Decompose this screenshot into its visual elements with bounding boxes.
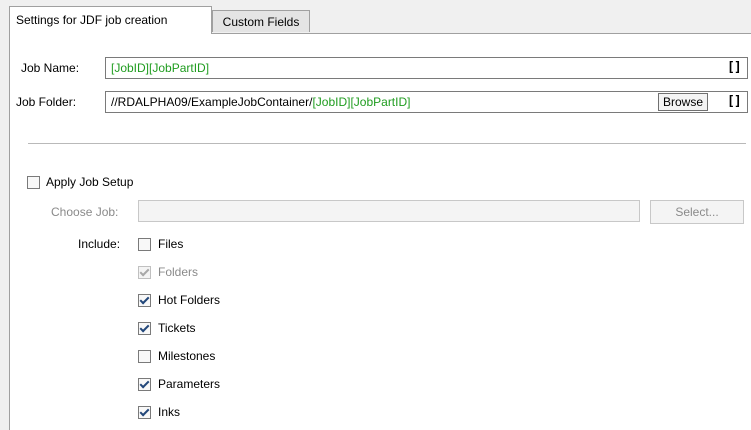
insert-token-icon[interactable]: [] [727, 61, 742, 75]
include-hot-folders-checkbox[interactable] [138, 294, 151, 307]
apply-job-setup-label: Apply Job Setup [46, 175, 134, 189]
include-milestones-label: Milestones [158, 349, 216, 363]
job-name-field[interactable]: [JobID][JobPartID] [105, 57, 748, 79]
include-folders-checkbox[interactable] [138, 266, 151, 279]
include-files-checkbox[interactable] [138, 238, 151, 251]
include-files-label: Files [158, 237, 184, 251]
include-tickets-checkbox[interactable] [138, 322, 151, 335]
include-inks-label: Inks [158, 405, 181, 419]
job-folder-label: Job Folder: [16, 95, 77, 109]
settings-panel: Job Name: [JobID][JobPartID] [] Job Fold… [9, 33, 751, 430]
insert-token-icon[interactable]: [] [727, 95, 742, 109]
tab-settings-jdf[interactable]: Settings for JDF job creation [9, 6, 212, 34]
include-label: Include: [78, 237, 121, 251]
job-name-tokens: [JobID][JobPartID] [111, 61, 210, 75]
choose-job-field[interactable] [138, 200, 640, 222]
include-tickets-label: Tickets [158, 321, 196, 335]
include-folders-label: Folders [158, 265, 199, 279]
include-milestones-checkbox[interactable] [138, 350, 151, 363]
include-inks-checkbox[interactable] [138, 406, 151, 419]
apply-job-setup-checkbox[interactable] [27, 176, 40, 189]
tab-bar: Settings for JDF job creation Custom Fie… [0, 0, 751, 34]
job-folder-field[interactable]: //RDALPHA09/ExampleJobContainer/[JobID][… [105, 91, 748, 113]
section-divider [28, 143, 746, 144]
job-folder-path: //RDALPHA09/ExampleJobContainer/ [111, 95, 313, 109]
select-job-button[interactable]: Select... [650, 200, 744, 224]
include-parameters-label: Parameters [158, 377, 221, 391]
include-hot-folders-label: Hot Folders [158, 293, 221, 307]
job-folder-tokens: [JobID][JobPartID] [312, 95, 411, 109]
tab-custom-fields[interactable]: Custom Fields [212, 10, 310, 32]
include-parameters-checkbox[interactable] [138, 378, 151, 391]
choose-job-label: Choose Job: [51, 205, 119, 219]
browse-button[interactable]: Browse [658, 93, 709, 111]
job-name-label: Job Name: [21, 61, 80, 75]
